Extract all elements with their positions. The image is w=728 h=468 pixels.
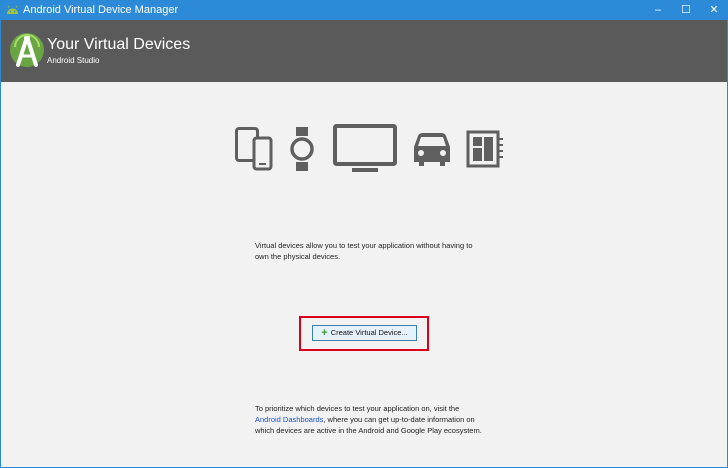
car-icon: [414, 133, 450, 166]
header-banner: Your Virtual Devices Android Studio: [1, 20, 727, 82]
things-board-icon: [466, 130, 503, 168]
plus-icon: +: [321, 327, 328, 339]
create-button-label: Create Virtual Device...: [330, 328, 408, 337]
close-button[interactable]: ✕: [700, 1, 728, 20]
create-virtual-device-button[interactable]: + Create Virtual Device...: [312, 325, 417, 341]
window-title: Android Virtual Device Manager: [23, 4, 179, 16]
minimize-button[interactable]: –: [644, 1, 672, 20]
phone-tablet-icon: [235, 127, 273, 171]
avd-manager-window: Android Virtual Device Manager – ☐ ✕ You…: [0, 0, 728, 468]
maximize-button[interactable]: ☐: [672, 1, 700, 20]
highlight-box: + Create Virtual Device...: [299, 316, 429, 351]
tv-icon: [333, 124, 397, 172]
intro-description: Virtual devices allow you to test your a…: [255, 241, 473, 261]
main-content: Virtual devices allow you to test your a…: [1, 82, 727, 467]
footer-description: To prioritize which devices to test your…: [255, 403, 485, 436]
title-bar[interactable]: Android Virtual Device Manager – ☐ ✕: [1, 1, 727, 20]
device-icons-row: [1, 82, 727, 182]
page-title: Your Virtual Devices: [47, 36, 191, 53]
footer-text-before: To prioritize which devices to test your…: [255, 404, 460, 413]
android-app-icon: [7, 5, 18, 14]
android-studio-logo-icon: [10, 33, 44, 67]
android-dashboards-link[interactable]: Android Dashboards: [255, 415, 323, 424]
page-subtitle: Android Studio: [47, 56, 100, 65]
wear-watch-icon: [290, 127, 314, 171]
